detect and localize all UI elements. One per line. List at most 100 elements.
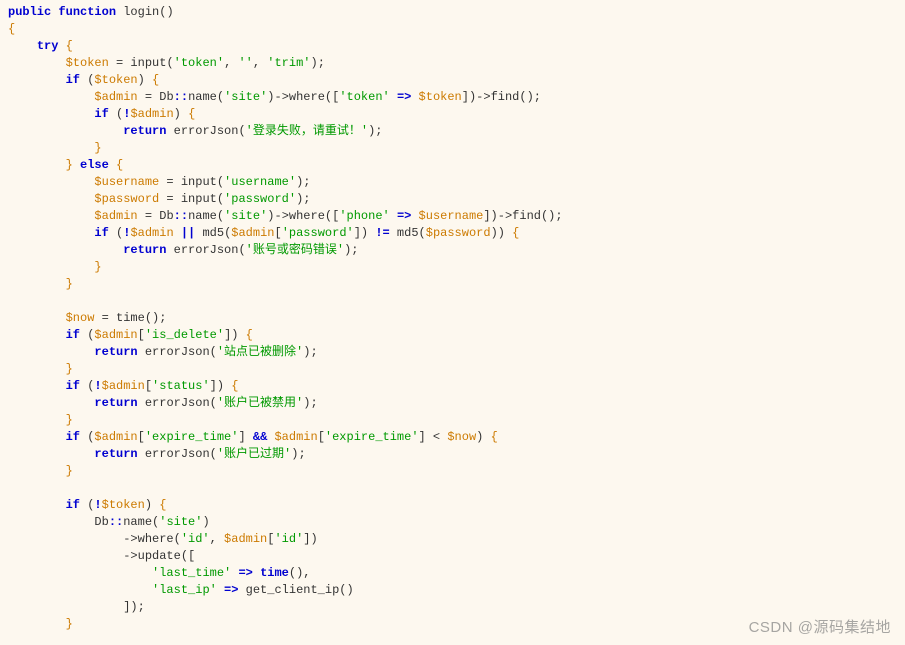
- code-token-arrow: =>: [238, 566, 252, 580]
- code-text: );: [303, 396, 317, 410]
- code-token-str: 'is_delete': [145, 328, 224, 342]
- code-line: if ($admin['expire_time'] && $admin['exp…: [8, 430, 498, 444]
- code-text: [: [138, 328, 145, 342]
- code-text: [8, 209, 94, 223]
- code-text: ): [138, 73, 152, 87]
- code-text: ): [174, 107, 188, 121]
- code-text: );: [296, 175, 310, 189]
- code-text: ] <: [419, 430, 448, 444]
- code-token-brace: {: [188, 107, 195, 121]
- code-text: [8, 175, 94, 189]
- code-line: ]);: [8, 600, 145, 614]
- code-text: (: [109, 226, 123, 240]
- code-line: Db::name('site'): [8, 515, 210, 529]
- code-text: [8, 39, 37, 53]
- code-token-var: $admin: [274, 430, 317, 444]
- code-line: ->where('id', $admin['id']): [8, 532, 318, 546]
- code-text: );: [311, 56, 325, 70]
- code-token-kw: time: [260, 566, 289, 580]
- code-token-dcolon: ::: [109, 515, 123, 529]
- code-text: )): [491, 226, 513, 240]
- code-line: if (!$admin['status']) {: [8, 379, 238, 393]
- code-token-arrow: =>: [397, 90, 411, 104]
- code-token-var: $admin: [94, 430, 137, 444]
- code-token-str: 'site': [224, 209, 267, 223]
- code-token-str: 'token': [339, 90, 389, 104]
- code-text: (: [80, 430, 94, 444]
- code-token-var: $now: [66, 311, 95, 325]
- code-text: (: [80, 498, 94, 512]
- code-text: ]);: [8, 600, 145, 614]
- code-token-arrow: =>: [397, 209, 411, 223]
- code-line: }: [8, 260, 102, 274]
- code-text: [109, 158, 116, 172]
- code-text: [: [145, 379, 152, 393]
- code-text: [8, 396, 94, 410]
- code-text: (: [80, 73, 94, 87]
- code-token-brace: {: [8, 22, 15, 36]
- code-token-kw2: if: [66, 73, 80, 87]
- code-token-kw2: try: [37, 39, 59, 53]
- code-text: [8, 345, 94, 359]
- code-text: errorJson(: [138, 396, 217, 410]
- code-line: try {: [8, 39, 73, 53]
- code-block: public function login() { try { $token =…: [0, 0, 905, 633]
- code-text: [8, 464, 66, 478]
- code-token-var: $now: [447, 430, 476, 444]
- code-line: return errorJson('站点已被删除');: [8, 345, 318, 359]
- code-text: [8, 617, 66, 631]
- code-text: [: [138, 430, 145, 444]
- code-text: );: [296, 192, 310, 206]
- code-line: 'last_time' => time(),: [8, 566, 310, 580]
- code-token-kw2: if: [94, 107, 108, 121]
- code-token-str: 'site': [159, 515, 202, 529]
- code-token-brace: {: [116, 158, 123, 172]
- code-text: = Db: [138, 90, 174, 104]
- code-line: $username = input('username');: [8, 175, 310, 189]
- code-token-brace: }: [66, 158, 73, 172]
- code-text: ]): [210, 379, 232, 393]
- code-text: [58, 39, 65, 53]
- code-token-brace: {: [246, 328, 253, 342]
- code-token-var: $admin: [130, 226, 173, 240]
- code-token-kw2: if: [66, 379, 80, 393]
- code-text: [174, 226, 181, 240]
- code-token-str: 'site': [224, 90, 267, 104]
- code-text: [8, 362, 66, 376]
- code-token-kw: function: [58, 5, 116, 19]
- code-token-var: $username: [94, 175, 159, 189]
- code-token-var: $admin: [94, 90, 137, 104]
- code-token-str: 'trim': [267, 56, 310, 70]
- code-token-op: !: [94, 379, 101, 393]
- code-token-var: $token: [102, 498, 145, 512]
- code-token-str: 'status': [152, 379, 210, 393]
- code-line: return errorJson('登录失败，请重试！');: [8, 124, 382, 138]
- code-text: [8, 277, 66, 291]
- code-text: login(): [116, 5, 174, 19]
- code-text: errorJson(: [138, 345, 217, 359]
- code-line: $admin = Db::name('site')->where(['token…: [8, 90, 541, 104]
- code-text: = Db: [138, 209, 174, 223]
- code-line: }: [8, 141, 102, 155]
- code-text: [253, 566, 260, 580]
- code-token-brace: }: [94, 141, 101, 155]
- code-token-kw2: if: [66, 328, 80, 342]
- code-text: = time();: [94, 311, 166, 325]
- code-text: [8, 141, 94, 155]
- code-line: }: [8, 464, 73, 478]
- code-token-brace: {: [66, 39, 73, 53]
- code-text: [8, 90, 94, 104]
- code-text: md5(: [195, 226, 231, 240]
- code-token-kw: public: [8, 5, 51, 19]
- code-token-str: 'token': [174, 56, 224, 70]
- code-text: [8, 328, 66, 342]
- code-text: [217, 583, 224, 597]
- code-token-str: '账号或密码错误': [246, 243, 344, 257]
- code-token-brace: {: [512, 226, 519, 240]
- code-text: [8, 311, 66, 325]
- code-text: md5(: [390, 226, 426, 240]
- code-text: Db: [8, 515, 109, 529]
- code-text: (),: [289, 566, 311, 580]
- code-text: [8, 124, 123, 138]
- code-text: ->update([: [8, 549, 195, 563]
